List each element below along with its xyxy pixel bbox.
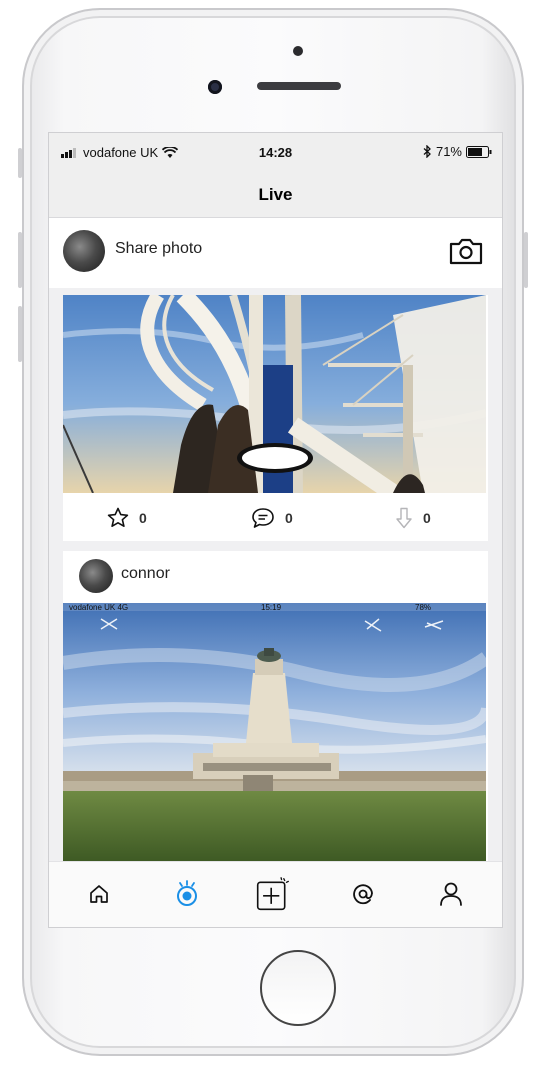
post-photo[interactable] (63, 295, 486, 493)
comment-action[interactable]: 0 (251, 507, 293, 529)
download-count: 0 (423, 510, 431, 526)
volume-down-button (18, 306, 22, 362)
tab-bar (49, 861, 502, 927)
front-camera (208, 80, 222, 94)
share-photo-label[interactable]: Share photo (115, 240, 202, 258)
proximity-sensor (293, 46, 303, 56)
star-action[interactable]: 0 (107, 507, 147, 528)
mentions-icon[interactable] (351, 882, 375, 906)
live-icon[interactable] (173, 879, 201, 909)
tab-live[interactable] (169, 876, 205, 912)
power-button (524, 232, 528, 288)
add-post-icon[interactable] (255, 874, 291, 914)
profile-icon[interactable] (439, 881, 463, 907)
comment-count: 0 (285, 510, 293, 526)
post-photo[interactable]: vodafone UK 4G 15:19 78% (63, 603, 486, 861)
silent-switch (18, 148, 22, 178)
tab-add-post[interactable] (255, 876, 291, 912)
spinnaker-tower-photo (63, 295, 486, 493)
embedded-carrier: vodafone UK 4G (69, 603, 128, 612)
post-actions: 0 0 0 (63, 493, 486, 541)
comment-icon[interactable] (251, 507, 275, 529)
post-header: connor (63, 551, 486, 601)
post-username[interactable]: connor (121, 565, 170, 583)
camera-icon[interactable] (448, 236, 484, 266)
earpiece-speaker (257, 82, 341, 90)
bluetooth-icon (423, 145, 431, 158)
post-card: connor vodafone UK 4G 15:19 78% (63, 551, 488, 861)
embedded-battery: 78% (415, 603, 431, 612)
war-memorial-photo: vodafone UK 4G 15:19 78% (63, 603, 486, 861)
tab-mentions[interactable] (345, 876, 381, 912)
download-action[interactable]: 0 (395, 507, 431, 529)
avatar[interactable] (79, 559, 113, 593)
status-bar: vodafone UK 14:28 71% (49, 133, 502, 171)
share-photo-row[interactable]: Share photo (49, 218, 502, 288)
home-icon[interactable] (88, 883, 110, 905)
tab-profile[interactable] (433, 876, 469, 912)
star-icon[interactable] (107, 507, 129, 528)
navigation-bar: Live (49, 171, 502, 218)
page-title: Live (258, 185, 293, 204)
tab-home[interactable] (81, 876, 117, 912)
volume-up-button (18, 232, 22, 288)
battery-icon (466, 145, 492, 158)
star-count: 0 (139, 509, 147, 526)
app-screen: vodafone UK 14:28 71% Live Share photo 0… (48, 132, 503, 928)
avatar (63, 230, 105, 272)
post-card: 0 0 0 (63, 295, 488, 541)
battery-percent: 71% (435, 144, 462, 159)
download-arrow-icon[interactable] (395, 507, 413, 529)
embedded-time: 15:19 (261, 603, 282, 612)
home-button[interactable] (260, 950, 336, 1026)
